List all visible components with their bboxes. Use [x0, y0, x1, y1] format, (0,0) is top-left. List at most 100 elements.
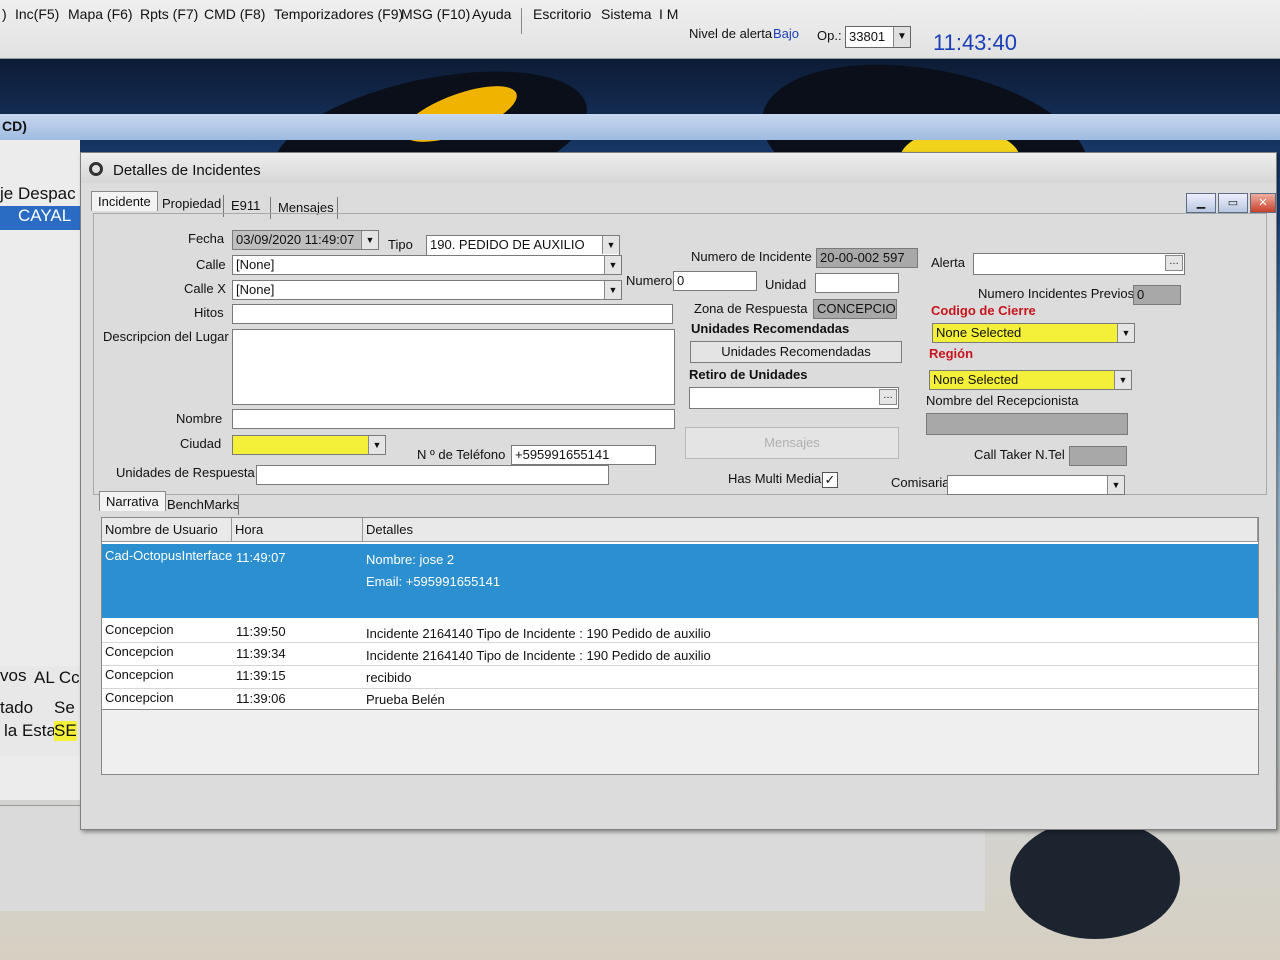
chevron-down-icon[interactable]: ▼: [893, 27, 910, 47]
region-select[interactable]: None Selected ▼: [929, 370, 1132, 390]
numero-incidente-label: Numero de Incidente: [691, 249, 812, 264]
ellipsis-icon[interactable]: …: [1165, 255, 1183, 271]
cell-detail: Prueba Belén: [366, 692, 445, 707]
cell-user: Cad-OctopusInterface: [105, 548, 233, 563]
cell-detail: Nombre: jose 2: [366, 552, 455, 567]
cell-user: Concepcion: [105, 690, 174, 705]
alert-level-value: Bajo: [773, 26, 800, 41]
cell-detail: Incidente 2164140 Tipo de Incidente : 19…: [366, 648, 711, 663]
maximize-icon[interactable]: ▭: [1218, 193, 1248, 213]
zona-value: CONCEPCION: [817, 301, 897, 316]
nombre-label: Nombre: [176, 411, 223, 426]
cell-time: 11:39:34: [236, 646, 286, 661]
penguin-shape: [1010, 819, 1180, 939]
menu-item-sistema[interactable]: Sistema: [601, 6, 652, 22]
retiro-unidades-field[interactable]: …: [689, 387, 899, 409]
numero-field[interactable]: 0: [673, 271, 757, 291]
background-window-title: CD): [2, 118, 27, 134]
chevron-down-icon[interactable]: ▼: [604, 281, 621, 299]
table-row[interactable]: Concepcion 11:39:15 recibido: [102, 666, 1258, 688]
table-row-selected[interactable]: Cad-OctopusInterface 11:49:07 Nombre: jo…: [102, 544, 1258, 618]
chevron-down-icon[interactable]: ▼: [604, 256, 621, 274]
chevron-down-icon[interactable]: ▼: [1107, 476, 1124, 494]
telefono-field[interactable]: +595991655141: [511, 445, 656, 465]
menu-item-ayuda[interactable]: Ayuda: [472, 6, 511, 22]
multimedia-checkbox[interactable]: ✓: [822, 472, 838, 488]
menu-item-msg[interactable]: MSG (F10): [401, 6, 470, 22]
tab-benchmarks[interactable]: BenchMarks: [161, 495, 245, 514]
table-row[interactable]: Concepcion 11:39:06 Prueba Belén: [102, 689, 1258, 711]
calle-x-select[interactable]: [None] ▼: [232, 280, 622, 300]
narrative-input-area[interactable]: [101, 709, 1259, 775]
menu-item-cmd[interactable]: CMD (F8): [204, 6, 265, 22]
calltaker-label: Call Taker N.Tel: [974, 447, 1065, 462]
codigo-cierre-value: None Selected: [936, 325, 1022, 340]
op-value: 33801: [849, 29, 886, 44]
cell-user: Concepcion: [105, 667, 174, 682]
calle-value: [None]: [236, 257, 275, 272]
chevron-down-icon[interactable]: ▼: [368, 436, 385, 454]
dialog-title: Detalles de Incidentes: [113, 162, 261, 179]
fecha-field[interactable]: 03/09/2020 11:49:07 ▼: [232, 230, 379, 250]
table-row[interactable]: Concepcion 11:39:50 Incidente 2164140 Ti…: [102, 620, 1258, 642]
mensajes-button[interactable]: Mensajes: [685, 427, 899, 459]
column-header-usuario[interactable]: Nombre de Usuario: [102, 518, 232, 542]
hitos-field[interactable]: [232, 304, 673, 324]
comisaria-select[interactable]: ▼: [947, 475, 1125, 495]
tipo-value: 190. PEDIDO DE AUXILIO: [430, 237, 585, 252]
clock: 11:43:40: [933, 30, 1018, 55]
chevron-down-icon[interactable]: ▼: [602, 236, 619, 254]
column-header-hora[interactable]: Hora: [232, 518, 363, 542]
table-row[interactable]: Concepcion 11:39:34 Incidente 2164140 Ti…: [102, 643, 1258, 665]
chevron-down-icon[interactable]: ▼: [361, 231, 378, 249]
descripcion-label: Descripcion del Lugar: [103, 329, 229, 344]
unidad-field[interactable]: [815, 273, 899, 293]
tab-propiedad[interactable]: Propiedad: [156, 194, 227, 213]
op-select[interactable]: 33801 ▼: [845, 26, 911, 48]
codigo-cierre-select[interactable]: None Selected ▼: [932, 323, 1135, 343]
column-header-detalles[interactable]: Detalles: [363, 518, 1258, 542]
unidades-respuesta-field[interactable]: [256, 465, 609, 485]
telefono-label: N º de Teléfono: [417, 447, 506, 462]
ciudad-select[interactable]: ▼: [232, 435, 386, 455]
numero-value: 0: [677, 273, 685, 288]
background-label: la Esta: [4, 721, 56, 740]
tab-incidente[interactable]: Incidente: [91, 191, 158, 211]
codigo-cierre-label: Codigo de Cierre: [931, 303, 1036, 318]
menu-item-escritorio[interactable]: Escritorio: [533, 6, 591, 22]
minimize-icon[interactable]: ▁: [1186, 193, 1216, 213]
chevron-down-icon[interactable]: ▼: [1117, 324, 1134, 342]
background-bottom-panel: vos AL Cc tado Se la Esta SE: [0, 666, 80, 756]
region-label: Región: [929, 346, 974, 361]
unidad-label: Unidad: [765, 277, 807, 292]
menu-item-temporizadores[interactable]: Temporizadores (F9): [274, 6, 403, 22]
menu-item-mapa[interactable]: Mapa (F6): [68, 6, 133, 22]
incidentes-previos-field: 0: [1133, 285, 1181, 305]
dialog-titlebar[interactable]: Detalles de Incidentes: [81, 153, 1276, 183]
background-selected-item[interactable]: CAYAL: [0, 206, 80, 230]
tipo-select[interactable]: 190. PEDIDO DE AUXILIO ▼: [426, 235, 620, 257]
cell-detail: Email: +595991655141: [366, 574, 501, 589]
menu-item-rpts[interactable]: Rpts (F7): [140, 6, 198, 22]
recepcionista-label: Nombre del Recepcionista: [926, 393, 1079, 408]
chevron-down-icon[interactable]: ▼: [1114, 371, 1131, 389]
alerta-field[interactable]: …: [973, 253, 1185, 275]
tab-narrativa[interactable]: Narrativa: [99, 491, 166, 511]
background-label: Se: [54, 698, 75, 717]
nombre-field[interactable]: [232, 409, 675, 429]
alert-level-label: Nivel de alerta: [689, 26, 773, 41]
close-icon[interactable]: ✕: [1250, 193, 1276, 213]
unidades-respuesta-label: Unidades de Respuesta: [116, 465, 255, 480]
descripcion-textarea[interactable]: [232, 329, 675, 405]
menu-item-clipped[interactable]: ): [2, 6, 7, 22]
calle-select[interactable]: [None] ▼: [232, 255, 622, 275]
menu-item-im[interactable]: I M: [659, 6, 678, 22]
numero-incidente-field: 20-00-002 597: [816, 248, 918, 268]
ellipsis-icon[interactable]: …: [879, 389, 897, 405]
telefono-value: +595991655141: [515, 447, 610, 462]
numero-incidente-value: 20-00-002 597: [820, 250, 905, 265]
unidades-recomendadas-button[interactable]: Unidades Recomendadas: [690, 341, 902, 363]
region-value: None Selected: [933, 372, 1019, 387]
menu-item-inc[interactable]: Inc(F5): [15, 6, 59, 22]
cell-time: 11:39:50: [236, 624, 286, 639]
